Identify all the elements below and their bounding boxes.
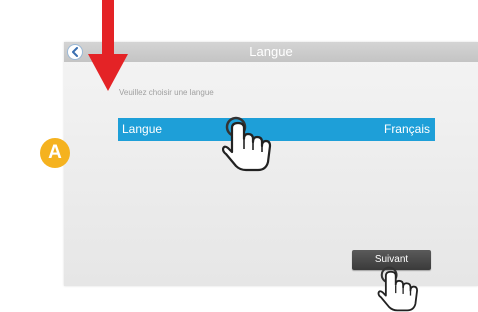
hand-pointer-icon: [222, 116, 272, 172]
back-button[interactable]: [67, 44, 83, 60]
chevron-left-icon: [72, 47, 78, 57]
language-row-value: Français: [383, 122, 430, 136]
red-down-arrow-icon: [88, 0, 128, 91]
language-prompt: Veuillez choisir une langue: [119, 88, 214, 97]
hand-pointer-icon: [377, 266, 418, 312]
language-row-label: Langue: [122, 122, 163, 136]
language-row[interactable]: Langue Français: [118, 118, 435, 141]
step-badge: A: [40, 138, 70, 168]
